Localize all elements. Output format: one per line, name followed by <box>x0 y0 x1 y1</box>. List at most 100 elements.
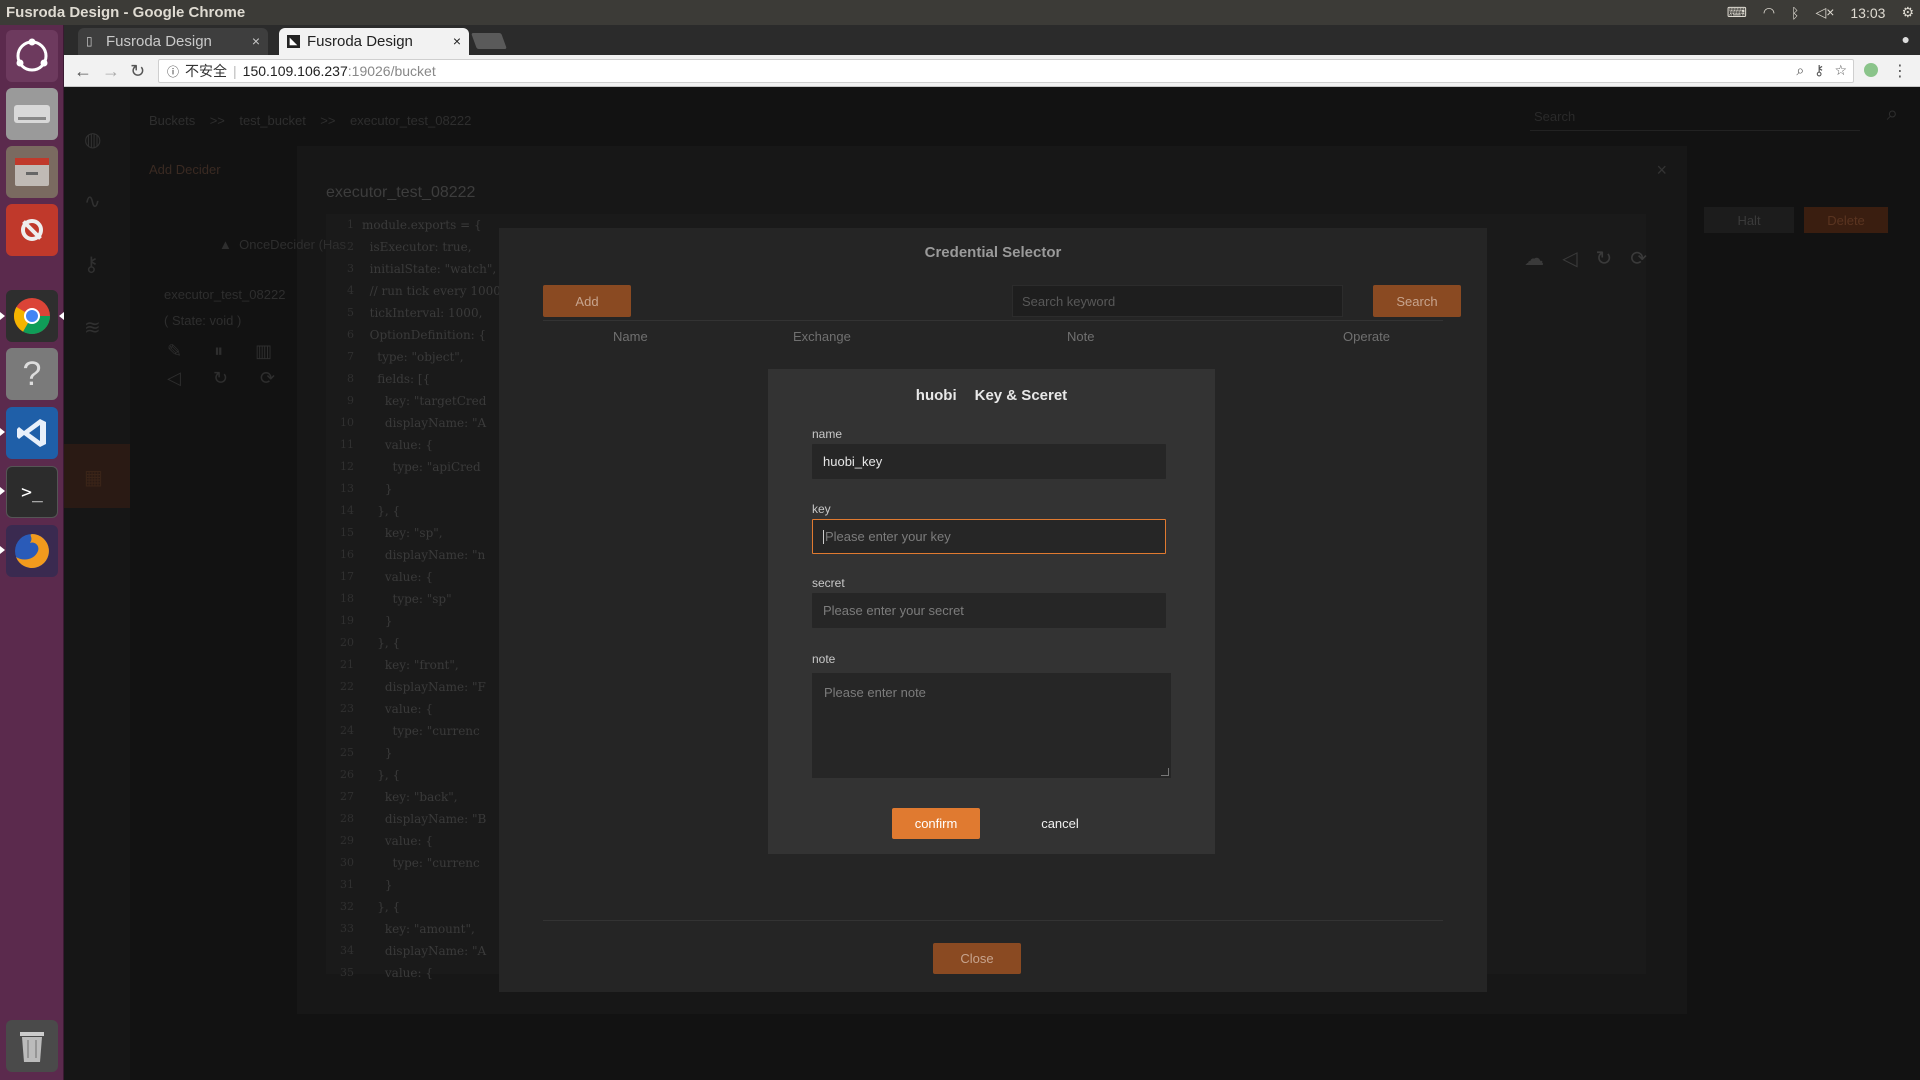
globe-icon[interactable]: ◍ <box>84 127 101 152</box>
code-text: value: { <box>362 570 433 584</box>
key-icon[interactable]: ⚷ <box>84 252 99 277</box>
refresh-icon[interactable]: ↻ <box>213 368 228 389</box>
play-back-icon[interactable]: ◁ <box>167 368 181 389</box>
line-number: 5 <box>347 306 354 319</box>
bucket-icon[interactable]: ▦ <box>84 465 103 490</box>
address-bar[interactable]: ⓘ 不安全 | 150.109.106.237 :19026/bucket ⌕ … <box>158 59 1854 83</box>
file-manager-icon[interactable] <box>6 146 58 198</box>
code-text: value: { <box>362 966 433 980</box>
firefox-icon[interactable] <box>6 525 58 577</box>
new-tab-button[interactable] <box>471 33 507 49</box>
decider-state: ( State: void ) <box>164 313 242 328</box>
url-path: :19026/bucket <box>347 63 436 79</box>
code-text: key: "back", <box>362 790 458 804</box>
halt-button[interactable]: Halt <box>1704 207 1794 233</box>
code-text: value: { <box>362 702 433 716</box>
upload-icon[interactable]: ☁ <box>1524 246 1544 271</box>
column-header-operate: Operate <box>1343 329 1390 344</box>
line-number: 18 <box>340 592 354 605</box>
browser-window: ▯ Fusroda Design × ◣ Fusroda Design × ● … <box>64 25 1920 1080</box>
ubuntu-dash-icon[interactable] <box>6 30 58 82</box>
close-tab-icon[interactable]: × <box>252 33 260 49</box>
system-tray: ⌨ ◠ ᛒ ◁× 13:03 ⚙ <box>1727 0 1914 25</box>
note-textarea[interactable]: Please enter note <box>812 673 1171 778</box>
terminal-icon[interactable]: >_ <box>6 466 58 518</box>
reload-icon[interactable]: ↻ <box>130 61 145 82</box>
confirm-button[interactable]: confirm <box>892 808 980 839</box>
decider-actions-row2: ◁ ↻ ⟳ <box>167 368 275 389</box>
zoom-icon[interactable]: ⌕ <box>1796 62 1804 79</box>
breadcrumb-item[interactable]: Buckets <box>149 113 195 128</box>
os-top-panel: Fusroda Design - Google Chrome ⌨ ◠ ᛒ ◁× … <box>0 0 1920 25</box>
sync-icon[interactable]: ⟳ <box>260 368 275 389</box>
star-icon[interactable]: ☆ <box>1834 62 1847 79</box>
line-number: 34 <box>340 944 354 957</box>
code-text: value: { <box>362 438 433 452</box>
code-text: key: "amount", <box>362 922 475 936</box>
menu-dots-icon[interactable]: ⋮ <box>1892 61 1908 81</box>
line-number: 14 <box>340 504 354 517</box>
volume-muted-icon[interactable]: ◁× <box>1815 4 1834 21</box>
decider-toggle[interactable]: ▲ OnceDecider (Has <box>219 237 346 252</box>
forward-arrow-icon[interactable]: → <box>102 61 120 82</box>
code-text: displayName: "A <box>362 416 487 430</box>
code-line: 16 displayName: "n <box>326 548 526 570</box>
vscode-icon[interactable] <box>6 407 58 459</box>
code-line: 6 OptionDefinition: { <box>326 328 526 350</box>
sync-icon[interactable]: ⟳ <box>1630 246 1647 271</box>
chrome-icon[interactable] <box>6 290 58 342</box>
gear-icon[interactable]: ⚙ <box>1901 4 1914 21</box>
delete-button[interactable]: Delete <box>1804 207 1888 233</box>
secret-input[interactable]: Please enter your secret <box>812 593 1166 628</box>
code-line: 21 key: "front", <box>326 658 526 680</box>
line-number: 31 <box>340 878 354 891</box>
code-line: 9 key: "targetCred <box>326 394 526 416</box>
trash-icon[interactable]: ▥ <box>255 341 272 362</box>
code-line: 3 initialState: "watch", <box>326 262 526 284</box>
layers-icon[interactable]: ≋ <box>84 315 101 340</box>
bluetooth-icon[interactable]: ᛒ <box>1791 5 1799 21</box>
tab-active[interactable]: ◣ Fusroda Design × <box>279 28 469 55</box>
back-arrow-icon[interactable]: ← <box>74 61 92 82</box>
refresh-icon[interactable]: ↻ <box>1595 246 1612 271</box>
edit-icon[interactable]: ✎ <box>167 341 182 362</box>
drive-icon[interactable] <box>6 88 58 140</box>
extension-icon[interactable] <box>1864 63 1878 77</box>
code-line: 27 key: "back", <box>326 790 526 812</box>
breadcrumb-separator: >> <box>320 113 336 128</box>
close-tab-icon[interactable]: × <box>453 33 461 49</box>
pause-icon[interactable]: ⏸ <box>214 341 223 362</box>
resize-handle[interactable] <box>1161 768 1169 776</box>
credential-search-input[interactable]: Search keyword <box>1012 285 1343 317</box>
search-icon[interactable]: ⌕ <box>1887 103 1898 126</box>
keyboard-icon[interactable]: ⌨ <box>1727 4 1747 21</box>
window-title: Fusroda Design - Google Chrome <box>6 4 246 21</box>
info-icon[interactable]: ⓘ <box>167 63 179 80</box>
wifi-icon[interactable]: ◠ <box>1763 4 1775 21</box>
key-input[interactable]: Please enter your key <box>812 519 1166 554</box>
running-indicator <box>0 428 5 436</box>
add-decider-link[interactable]: Add Decider <box>149 162 221 177</box>
line-number: 7 <box>347 350 354 363</box>
clock[interactable]: 13:03 <box>1850 5 1885 21</box>
trash-icon[interactable] <box>6 1020 58 1072</box>
close-button[interactable]: Close <box>933 943 1021 974</box>
cancel-button[interactable]: cancel <box>1030 808 1090 839</box>
play-back-icon[interactable]: ◁ <box>1562 246 1577 271</box>
settings-tools-icon[interactable] <box>6 204 58 256</box>
help-icon[interactable]: ? <box>6 348 58 400</box>
key-icon[interactable]: ⚷ <box>1814 62 1824 79</box>
credential-search-button[interactable]: Search <box>1373 285 1461 317</box>
bg-search-input[interactable]: Search <box>1530 105 1860 131</box>
code-line: 17 value: { <box>326 570 526 592</box>
code-line: 15 key: "sp", <box>326 526 526 548</box>
profile-icon[interactable]: ● <box>1902 31 1910 47</box>
chart-icon[interactable]: ∿ <box>84 189 101 214</box>
add-credential-button[interactable]: Add <box>543 285 631 317</box>
name-input[interactable]: huobi_key <box>812 444 1166 479</box>
breadcrumb-item[interactable]: test_bucket <box>239 113 306 128</box>
line-number: 33 <box>340 922 354 935</box>
tab-inactive[interactable]: ▯ Fusroda Design × <box>78 28 268 55</box>
close-icon[interactable]: × <box>1656 160 1667 181</box>
line-number: 17 <box>340 570 354 583</box>
